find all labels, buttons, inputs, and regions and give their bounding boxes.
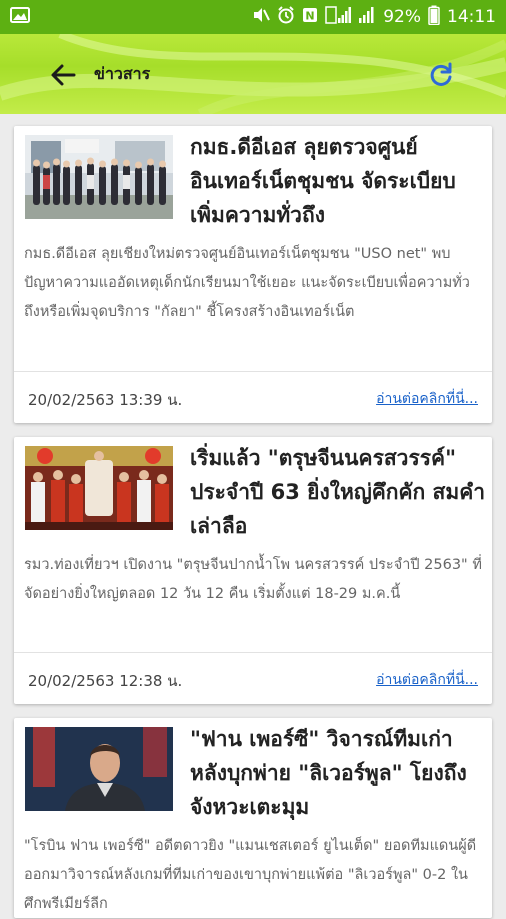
- status-bar: N 92% 14:11: [0, 0, 506, 34]
- wifi-signal-icon: [358, 6, 376, 29]
- clock: 14:11: [447, 7, 496, 27]
- news-thumbnail: [25, 135, 173, 219]
- page-title: ข่าวสาร: [94, 64, 151, 83]
- news-summary: กมธ.ดีอีเอส ลุยเชียงใหม่ตรวจศูนย์อินเทอร…: [24, 246, 470, 320]
- refresh-button[interactable]: [426, 60, 456, 90]
- battery-icon: [428, 5, 440, 30]
- news-headline[interactable]: กมธ.ดีอีเอส ลุยตรวจศูนย์อินเทอร์เน็ตชุมช…: [190, 130, 486, 232]
- arrow-left-icon: [51, 64, 76, 86]
- svg-text:N: N: [306, 9, 315, 22]
- signal-icon: [325, 5, 352, 29]
- image-icon: [10, 6, 30, 28]
- news-headline[interactable]: เริ่มแล้ว "ตรุษจีนนครสวรรค์" ประจำปี 63 …: [190, 441, 486, 543]
- read-more-link[interactable]: อ่านต่อคลิกที่นี่...: [376, 669, 478, 691]
- card-divider: [14, 652, 492, 653]
- card-divider: [14, 371, 492, 372]
- news-summary: รมว.ท่องเที่ยวฯ เปิดงาน "ตรุษจีนปากน้ำโพ…: [24, 557, 482, 602]
- alarm-icon: [277, 5, 295, 29]
- news-thumbnail: [25, 727, 173, 811]
- news-date: 20/02/2563 13:39 น.: [28, 391, 183, 409]
- read-more-link[interactable]: อ่านต่อคลิกที่นี่...: [376, 388, 478, 410]
- mute-icon: [252, 7, 271, 28]
- news-card[interactable]: เริ่มแล้ว "ตรุษจีนนครสวรรค์" ประจำปี 63 …: [14, 437, 492, 704]
- nfc-icon: N: [302, 7, 318, 28]
- refresh-icon: [430, 62, 452, 86]
- news-thumbnail: [25, 446, 173, 530]
- news-card[interactable]: "ฟาน เพอร์ซี" วิจารณ์ทีมเก่าหลังบุกพ่าย …: [14, 718, 492, 918]
- battery-percent: 92%: [383, 7, 421, 27]
- news-headline[interactable]: "ฟาน เพอร์ซี" วิจารณ์ทีมเก่าหลังบุกพ่าย …: [190, 722, 486, 824]
- app-bar: ข่าวสาร: [0, 34, 506, 114]
- news-card[interactable]: กมธ.ดีอีเอส ลุยตรวจศูนย์อินเทอร์เน็ตชุมช…: [14, 126, 492, 423]
- back-button[interactable]: [46, 58, 80, 92]
- news-date: 20/02/2563 12:38 น.: [28, 672, 183, 690]
- news-summary: "โรบิน ฟาน เพอร์ซี" อดีตดาวยิง "แมนเชสเต…: [24, 838, 477, 912]
